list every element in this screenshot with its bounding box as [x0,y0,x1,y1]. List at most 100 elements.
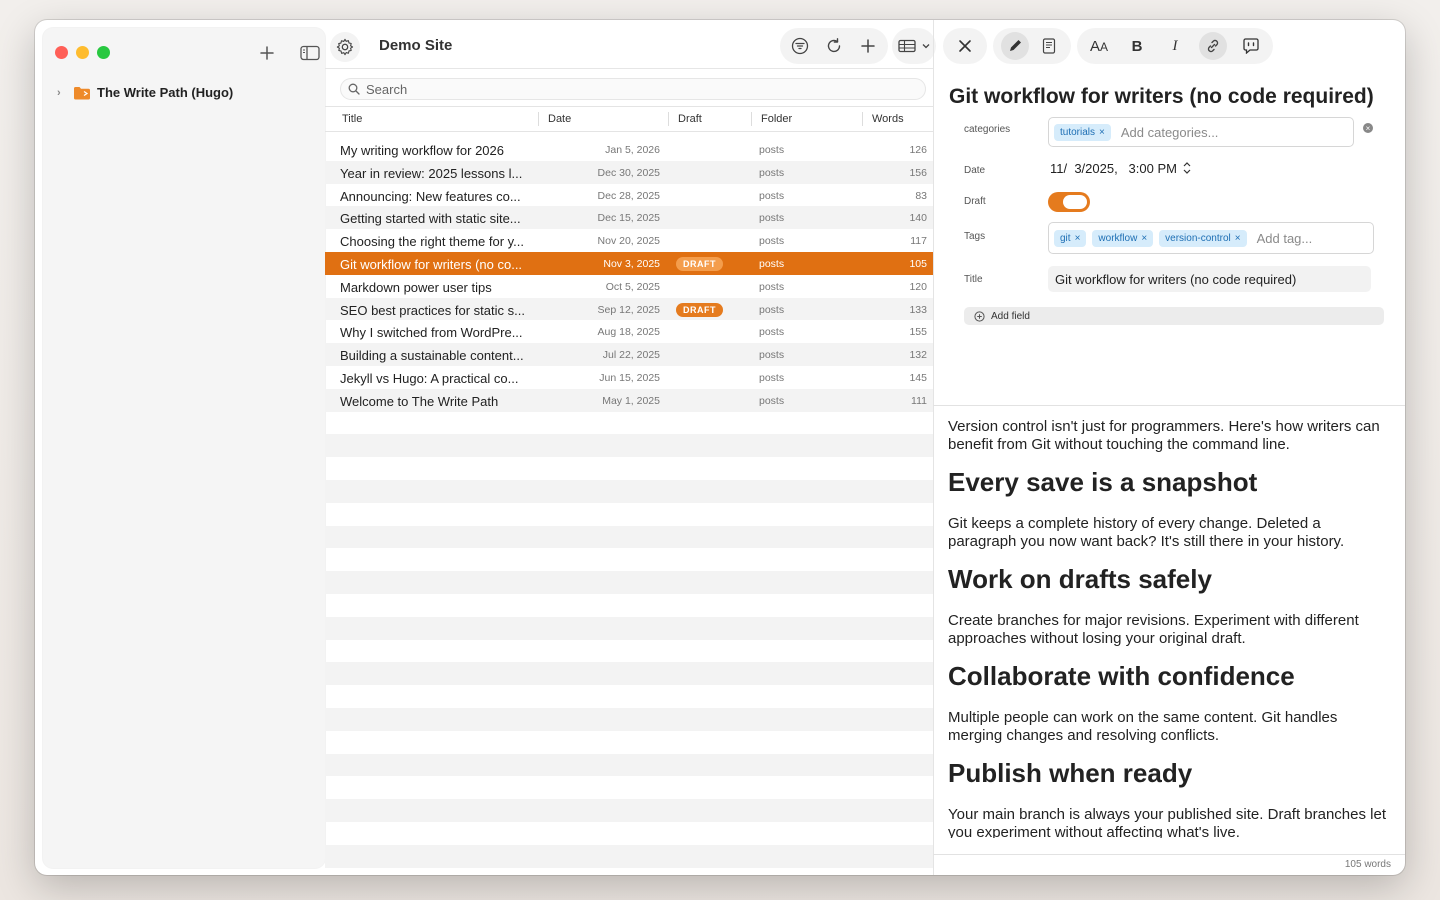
column-header-title[interactable]: Title [342,113,362,125]
table-row[interactable]: Building a sustainable content... Jul 22,… [325,343,933,366]
column-header-draft[interactable]: Draft [678,113,702,125]
categories-label: categories [964,124,1011,135]
column-header-folder[interactable]: Folder [761,113,792,125]
pencil-icon [1010,40,1021,51]
row-date: Aug 18, 2025 [597,326,660,339]
body-paragraph: Your main branch is always your publishe… [948,806,1387,838]
row-folder: posts [759,303,785,316]
new-post-button[interactable] [854,32,882,60]
empty-row [325,799,933,822]
bold-button[interactable]: B [1123,32,1151,60]
row-title: Jekyll vs Hugo: A practical co... [340,370,519,386]
empty-row [325,707,933,731]
row-folder: posts [759,235,785,248]
date-picker[interactable]: 11/ 3/2025, 3:00 PM [1050,160,1191,176]
row-folder: posts [759,189,785,202]
filter-icon [791,37,809,55]
refresh-button[interactable] [820,32,848,60]
table-row[interactable]: Why I switched from WordPre... Aug 18, 20… [325,320,933,343]
title-label: Title [964,274,983,285]
row-title: Git workflow for writers (no co... [340,256,523,272]
text-size-icon: AA [1089,37,1109,55]
row-date: Dec 15, 2025 [597,212,660,225]
row-word-count: 140 [909,212,927,225]
document-title: Git workflow for writers (no code requir… [949,85,1374,108]
empty-row [325,616,933,640]
empty-row [325,776,933,799]
search-placeholder: Search [366,81,408,97]
row-title: Building a sustainable content... [340,348,524,364]
empty-row [325,731,933,754]
table-row[interactable]: Announcing: New features co... Dec 28, 20… [325,184,933,207]
plus-icon [861,39,875,53]
empty-row [325,434,933,458]
edit-mode-button[interactable] [1001,32,1029,60]
empty-row [325,457,933,480]
stepper-icon[interactable] [1183,160,1191,176]
table-row[interactable]: Markdown power user tips Oct 5, 2025 posts… [325,275,933,298]
search-input[interactable]: Search [340,78,926,100]
close-window-button[interactable] [55,46,68,59]
clear-categories-icon[interactable]: × [1363,123,1373,133]
comment-button[interactable] [1237,32,1265,60]
table-row[interactable]: Git workflow for writers (no co... Nov 3,… [325,251,933,275]
row-date: Jun 15, 2025 [599,371,660,384]
remove-chip-icon[interactable]: × [1099,127,1105,138]
category-chip[interactable]: tutorials × [1054,123,1111,141]
tag-chip[interactable]: version-control × [1159,229,1247,247]
toggle-sidebar-button[interactable] [298,42,322,64]
zoom-window-button[interactable] [97,46,110,59]
tag-chip[interactable]: workflow × [1092,229,1154,247]
comment-icon [1243,38,1259,54]
row-folder: posts [759,212,785,225]
categories-field[interactable]: tutorials × Add categories... [1048,117,1354,147]
tags-input[interactable]: Add tag... [1257,231,1313,246]
minimize-window-button[interactable] [76,46,89,59]
close-editor-button[interactable] [943,28,987,64]
column-header-date[interactable]: Date [548,113,571,125]
table-row[interactable]: Choosing the right theme for y... Nov 20,… [325,229,933,252]
add-site-button[interactable] [255,42,279,64]
table-row[interactable]: My writing workflow for 2026 Jan 5, 2026 p… [325,138,933,161]
remove-chip-icon[interactable]: × [1141,233,1147,244]
table-row[interactable]: Year in review: 2025 lessons l... Dec 30,… [325,160,933,184]
filter-button[interactable] [786,32,814,60]
table-row[interactable]: Getting started with static site... Dec 1… [325,206,933,230]
word-count: 105 words [1344,859,1391,870]
column-header-words[interactable]: Words [872,113,904,125]
table-row[interactable]: Welcome to The Write Path May 1, 2025 post… [325,388,933,412]
date-value[interactable]: 11/ 3/2025, 3:00 PM [1050,161,1177,176]
gear-icon [336,38,354,56]
draft-badge: DRAFT [676,256,723,271]
link-button[interactable] [1199,32,1227,60]
settings-button[interactable] [330,32,360,62]
tag-chip[interactable]: git × [1054,229,1087,247]
markdown-editor[interactable]: Version control isn't just for programme… [948,418,1388,838]
draft-cell: DRAFT [676,256,723,271]
preview-mode-button[interactable] [1035,32,1063,60]
add-field-button[interactable]: Add field [964,307,1384,325]
font-size-button[interactable]: AA [1085,32,1113,60]
sidebar-item-site[interactable]: › The Write Path (Hugo) [57,85,233,100]
row-date: Nov 3, 2025 [603,257,660,270]
sidebar-item-label: The Write Path (Hugo) [97,85,234,100]
categories-input[interactable]: Add categories... [1121,125,1219,140]
close-icon [959,40,971,52]
remove-chip-icon[interactable]: × [1075,233,1081,244]
title-field[interactable]: Git workflow for writers (no code requir… [1048,266,1371,292]
format-group: AA B I [1077,28,1273,64]
link-icon [1207,39,1219,53]
tags-field[interactable]: git × workflow × version-control × Add tag.… [1048,222,1374,254]
remove-chip-icon[interactable]: × [1235,233,1241,244]
row-date: Nov 20, 2025 [597,235,660,248]
folder-icon [74,86,90,99]
draft-toggle[interactable] [1048,192,1090,212]
row-word-count: 133 [909,303,927,316]
view-options-button[interactable] [892,28,936,64]
table-row[interactable]: Jekyll vs Hugo: A practical co... Jun 15,… [325,366,933,389]
pane-divider[interactable] [933,20,934,875]
italic-button[interactable]: I [1161,32,1189,60]
editor-toolbar: AA B I [943,28,1273,64]
chevron-right-icon[interactable]: › [57,87,67,99]
table-row[interactable]: SEO best practices for static s... Sep 12… [325,297,933,321]
